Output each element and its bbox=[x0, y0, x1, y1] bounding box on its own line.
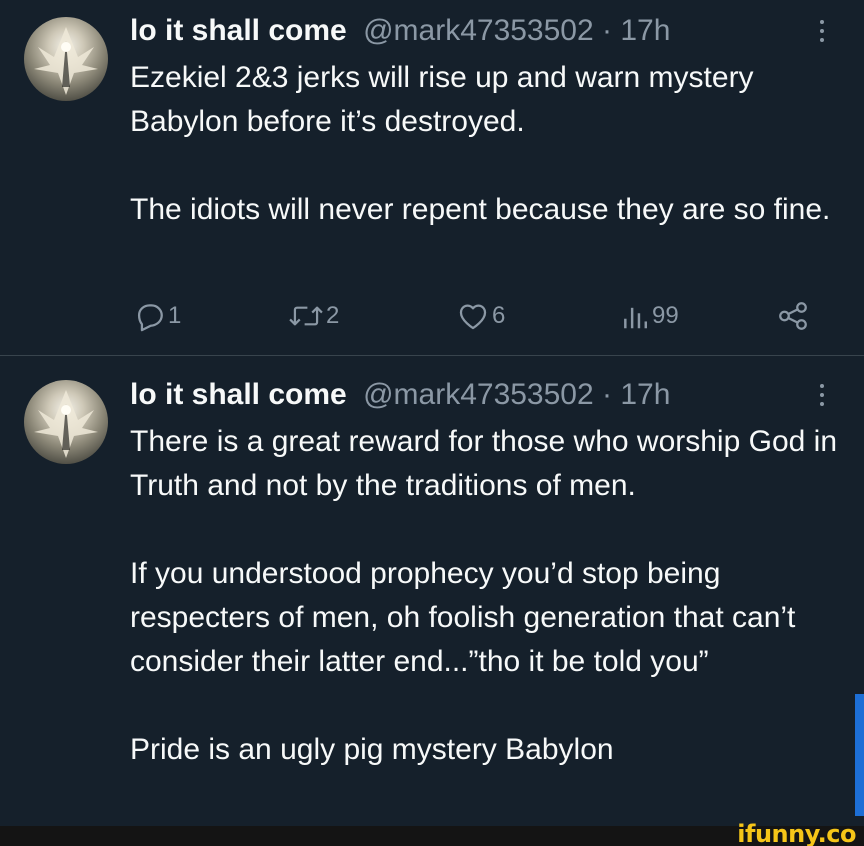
timestamp[interactable]: 17h bbox=[620, 378, 670, 411]
share-button[interactable] bbox=[776, 294, 810, 338]
more-options-icon[interactable] bbox=[812, 378, 832, 412]
tweet-paragraph: Pride is an ugly pig mystery Babylon bbox=[130, 733, 614, 766]
tweet[interactable]: lo it shall come @mark47353502 · 17h Eze… bbox=[0, 0, 864, 355]
retweet-button[interactable]: 2 bbox=[288, 294, 339, 338]
author-name[interactable]: lo it shall come bbox=[130, 378, 347, 411]
separator-dot: · bbox=[602, 378, 613, 411]
author-name[interactable]: lo it shall come bbox=[130, 14, 347, 47]
tweet[interactable]: lo it shall come @mark47353502 · 17h The… bbox=[0, 356, 864, 826]
tweet-header: lo it shall come @mark47353502 · 17h bbox=[130, 378, 670, 412]
reply-icon bbox=[137, 304, 163, 332]
timestamp[interactable]: 17h bbox=[620, 14, 670, 47]
author-handle[interactable]: @mark47353502 bbox=[363, 14, 594, 47]
reply-count: 1 bbox=[168, 302, 182, 329]
analytics-icon bbox=[624, 307, 647, 329]
watermark-bar: ifunny.co bbox=[0, 820, 864, 846]
retweet-icon bbox=[289, 306, 323, 326]
tweet-paragraph: Ezekiel 2&3 jerks will rise up and warn … bbox=[130, 61, 754, 138]
tweet-header: lo it shall come @mark47353502 · 17h bbox=[130, 14, 670, 48]
tweet-paragraph: There is a great reward for those who wo… bbox=[130, 425, 838, 502]
heart-icon bbox=[459, 304, 487, 330]
avatar[interactable] bbox=[24, 17, 108, 101]
like-count: 6 bbox=[492, 302, 506, 329]
tweet-text: Ezekiel 2&3 jerks will rise up and warn … bbox=[130, 56, 846, 232]
tweet-paragraph: The idiots will never repent because the… bbox=[130, 193, 831, 226]
tweet-paragraph: If you understood prophecy you’d stop be… bbox=[130, 557, 796, 678]
more-options-icon[interactable] bbox=[812, 14, 832, 48]
angel-figure-icon bbox=[34, 390, 98, 458]
scroll-indicator bbox=[855, 694, 864, 816]
like-button[interactable]: 6 bbox=[456, 294, 505, 338]
ifunny-watermark: ifunny.co bbox=[737, 820, 856, 846]
views-button[interactable]: 99 bbox=[620, 294, 679, 338]
reply-button[interactable]: 1 bbox=[132, 294, 181, 338]
separator-dot: · bbox=[602, 14, 613, 47]
author-handle[interactable]: @mark47353502 bbox=[363, 378, 594, 411]
share-icon bbox=[779, 302, 807, 330]
tweet-text: There is a great reward for those who wo… bbox=[130, 420, 846, 772]
tweet-actions: 1 2 6 99 bbox=[0, 294, 864, 338]
views-count: 99 bbox=[652, 302, 679, 329]
retweet-count: 2 bbox=[326, 302, 340, 329]
angel-figure-icon bbox=[34, 27, 98, 95]
avatar[interactable] bbox=[24, 380, 108, 464]
